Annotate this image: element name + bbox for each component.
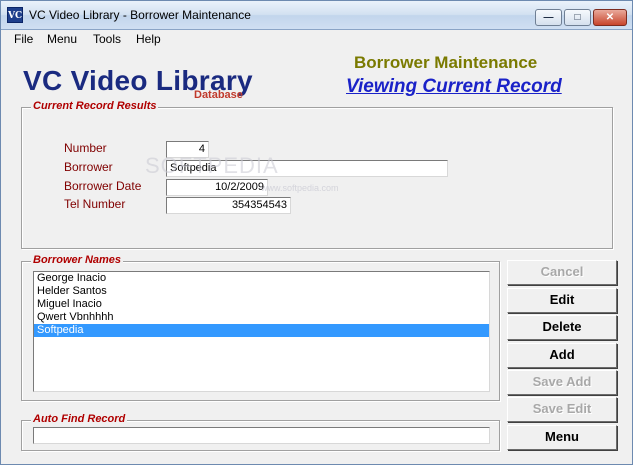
tel-number-field[interactable]: 354354543	[166, 197, 291, 214]
list-item-selected[interactable]: Softpedia	[34, 324, 489, 337]
maximize-button[interactable]: □	[564, 9, 591, 26]
save-edit-button[interactable]: Save Edit	[507, 397, 617, 422]
auto-find-input[interactable]	[33, 427, 490, 444]
delete-button[interactable]: Delete	[507, 315, 617, 340]
minimize-icon: —	[543, 12, 554, 23]
title-bar[interactable]: VC VC Video Library - Borrower Maintenan…	[1, 1, 632, 30]
close-icon: ✕	[605, 12, 615, 23]
menu-menu[interactable]: Menu	[47, 32, 77, 46]
maximize-icon: □	[574, 12, 581, 23]
brand-subtitle: Database	[194, 89, 243, 101]
current-record-group: Current Record Results	[21, 100, 613, 249]
current-record-label: Current Record Results	[31, 100, 159, 112]
tel-number-label: Tel Number	[64, 197, 126, 211]
form-mode: Viewing Current Record	[346, 76, 562, 97]
add-button[interactable]: Add	[507, 343, 617, 368]
borrower-date-label: Borrower Date	[64, 179, 142, 193]
edit-button[interactable]: Edit	[507, 288, 617, 313]
form-title: Borrower Maintenance	[354, 53, 538, 72]
app-icon: VC	[7, 7, 23, 23]
borrower-label: Borrower	[64, 160, 113, 174]
menu-bar: File Menu Tools Help	[1, 30, 632, 49]
app-window: VC VC Video Library - Borrower Maintenan…	[0, 0, 633, 465]
watermark: SOFTPEDIA	[145, 153, 279, 178]
menu-file[interactable]: File	[14, 32, 33, 46]
cancel-button[interactable]: Cancel	[507, 260, 617, 285]
watermark-url: www.softpedia.com	[261, 183, 339, 193]
list-item[interactable]: George Inacio	[34, 272, 489, 285]
menu-button[interactable]: Menu	[507, 425, 617, 450]
borrower-names-label: Borrower Names	[31, 254, 124, 266]
borrower-names-list[interactable]: George Inacio Helder Santos Miguel Inaci…	[33, 271, 490, 392]
menu-tools[interactable]: Tools	[93, 32, 121, 46]
list-item[interactable]: Helder Santos	[34, 285, 489, 298]
close-button[interactable]: ✕	[593, 9, 627, 26]
window-title: VC Video Library - Borrower Maintenance	[29, 8, 251, 22]
menu-help[interactable]: Help	[136, 32, 161, 46]
number-label: Number	[64, 141, 107, 155]
minimize-button[interactable]: —	[535, 9, 562, 26]
list-item[interactable]: Qwert Vbnhhhh	[34, 311, 489, 324]
list-item[interactable]: Miguel Inacio	[34, 298, 489, 311]
borrower-date-field[interactable]: 10/2/2009	[166, 179, 268, 196]
save-add-button[interactable]: Save Add	[507, 370, 617, 395]
auto-find-label: Auto Find Record	[31, 413, 128, 425]
